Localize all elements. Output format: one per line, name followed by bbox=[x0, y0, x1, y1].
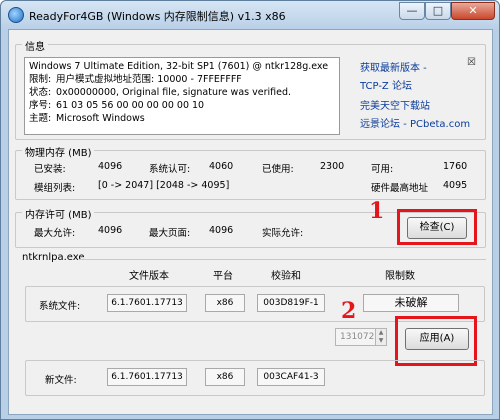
max-page-value: 4096 bbox=[209, 225, 234, 236]
system-file-platform: x86 bbox=[205, 294, 245, 312]
info-text-box: Windows 7 Ultimate Edition, 32-bit SP1 (… bbox=[24, 57, 340, 135]
pin-icon[interactable]: ☒ bbox=[467, 57, 476, 68]
new-file-platform: x86 bbox=[205, 368, 245, 386]
col-header-checksum: 校验和 bbox=[271, 271, 301, 282]
available-value: 1760 bbox=[443, 161, 468, 172]
actual-allowed-label: 实际允许: bbox=[262, 228, 304, 239]
link-get-latest[interactable]: 获取最新版本 - bbox=[360, 59, 427, 74]
window-title: ReadyFor4GB (Windows 内存限制信息) v1.3 x86 bbox=[29, 10, 286, 23]
link-download-site[interactable]: 完美天空下载站 bbox=[360, 97, 430, 112]
client-area: 信息 Windows 7 Ultimate Edition, 32-bit SP… bbox=[8, 29, 493, 415]
link-tcpz-forum[interactable]: TCP-Z 论坛 bbox=[360, 77, 412, 92]
info-line-limit: 限制: 用户模式虚拟地址范围: 10000 - 7FFEFFFF bbox=[29, 74, 242, 85]
max-allowed-value: 4096 bbox=[98, 225, 123, 236]
info-line-status: 状态: 0x00000000, Original file, signature… bbox=[29, 87, 292, 98]
app-window: ReadyFor4GB (Windows 内存限制信息) v1.3 x86 — … bbox=[0, 0, 500, 420]
limit-spin-value: 131072 bbox=[340, 332, 375, 342]
new-file-checksum: 003CAF41-3 bbox=[257, 368, 325, 386]
col-header-limit: 限制数 bbox=[385, 271, 415, 282]
spin-arrows-icon[interactable]: ▲ ▼ bbox=[375, 328, 387, 346]
installed-label: 已安装: bbox=[34, 164, 66, 175]
system-file-checksum: 003D819F-1 bbox=[257, 294, 325, 312]
col-header-platform: 平台 bbox=[213, 271, 233, 282]
maximize-button[interactable]: □ bbox=[425, 2, 451, 20]
system-recognized-label: 系统认可: bbox=[149, 164, 191, 175]
limit-spin-input[interactable]: 131072 ▲ ▼ bbox=[335, 328, 387, 346]
max-address-label: 硬件最高地址 bbox=[371, 183, 429, 194]
system-recognized-value: 4060 bbox=[209, 161, 234, 172]
max-address-value: 4095 bbox=[443, 180, 468, 191]
info-group: 信息 Windows 7 Ultimate Edition, 32-bit SP… bbox=[15, 38, 486, 140]
physical-memory-label: 物理内存 (MB) bbox=[22, 144, 95, 159]
ntkrnlpa-label: ntkrnlpa.exe bbox=[19, 252, 88, 263]
info-line-serial: 序号: 61 03 05 56 00 00 00 00 00 10 bbox=[29, 100, 205, 111]
spin-up-icon[interactable]: ▲ bbox=[376, 329, 386, 337]
used-value: 2300 bbox=[320, 161, 345, 172]
link-pcbeta[interactable]: 远景论坛 - PCbeta.com bbox=[360, 115, 470, 130]
app-globe-icon bbox=[8, 7, 24, 23]
info-line-subject: 主题: Microsoft Windows bbox=[29, 113, 145, 124]
max-page-label: 最大页面: bbox=[149, 228, 191, 239]
max-allowed-label: 最大允许: bbox=[34, 228, 76, 239]
system-file-limit: 未破解 bbox=[363, 294, 459, 312]
modules-label: 模组列表: bbox=[34, 183, 76, 194]
close-button[interactable]: ✕ bbox=[451, 2, 495, 20]
minimize-button[interactable]: — bbox=[399, 2, 425, 20]
physical-memory-group: 物理内存 (MB) 已安装: 4096 系统认可: 4060 已使用: 2300… bbox=[15, 144, 486, 200]
info-group-label: 信息 bbox=[22, 38, 48, 53]
title-bar[interactable]: ReadyFor4GB (Windows 内存限制信息) v1.3 x86 — … bbox=[1, 1, 499, 29]
new-file-group bbox=[25, 360, 485, 396]
installed-value: 4096 bbox=[98, 161, 123, 172]
check-button[interactable]: 检查(C) bbox=[407, 217, 467, 239]
annotation-mark-2: 2 bbox=[341, 298, 357, 324]
used-label: 已使用: bbox=[262, 164, 294, 175]
info-line-os: Windows 7 Ultimate Edition, 32-bit SP1 (… bbox=[29, 61, 329, 72]
available-label: 可用: bbox=[371, 164, 394, 175]
col-header-version: 文件版本 bbox=[129, 271, 169, 282]
spin-down-icon[interactable]: ▼ bbox=[376, 337, 386, 345]
new-file-label: 新文件: bbox=[45, 375, 77, 386]
modules-value: [0 -> 2047] [2048 -> 4095] bbox=[98, 180, 230, 191]
memory-license-label: 内存许可 (MB) bbox=[22, 206, 95, 221]
system-file-version: 6.1.7601.17713 bbox=[107, 294, 187, 312]
new-file-version: 6.1.7601.17713 bbox=[107, 368, 187, 386]
system-file-label: 系统文件: bbox=[39, 301, 81, 312]
annotation-mark-1: 1 bbox=[369, 198, 385, 224]
ntkrnlpa-divider bbox=[79, 259, 486, 260]
apply-button[interactable]: 应用(A) bbox=[405, 328, 469, 350]
